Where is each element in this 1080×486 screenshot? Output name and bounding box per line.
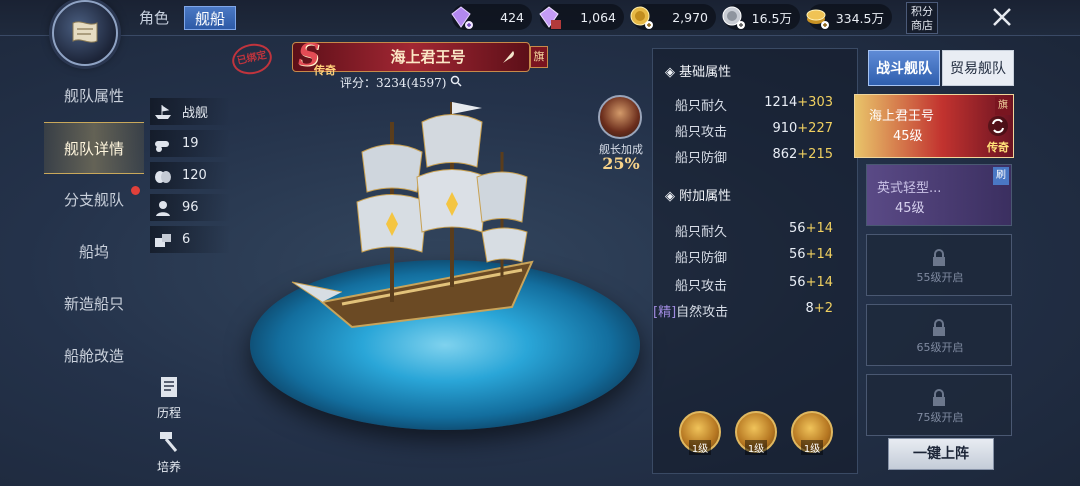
deploy-all-button[interactable]: 一键上阵 <box>888 438 994 470</box>
tab-ship[interactable]: 舰船 <box>184 6 236 30</box>
history-button[interactable]: 历程 <box>150 372 188 421</box>
base-attr-title: ◈ 基础属性 <box>665 65 732 80</box>
sailor-icon <box>152 198 174 218</box>
silver-coin-plus-icon <box>722 6 745 29</box>
currency-bound-gem[interactable]: 1,064 <box>539 4 624 30</box>
lock-icon <box>933 249 945 266</box>
nav-dock[interactable]: 船坞 <box>44 226 144 278</box>
nav-branch-fleet[interactable]: 分支舰队 <box>44 174 144 226</box>
attr-row: [精]自然攻击 8+2 <box>653 301 833 320</box>
scroll-emblem-icon <box>52 0 118 66</box>
fleet-card-locked[interactable]: 55级开启 <box>866 234 1012 296</box>
attr-row: 船只耐久 56+14 <box>675 221 833 240</box>
ship-name: 海上君王号 <box>390 48 466 66</box>
close-button[interactable] <box>990 6 1014 30</box>
captain-avatar[interactable] <box>598 95 642 139</box>
hammer-icon <box>152 426 186 456</box>
currency-value: 2,970 <box>672 9 708 25</box>
fleet-card-locked[interactable]: 75级开启 <box>866 374 1012 436</box>
stat-cargo: 120 <box>150 162 230 189</box>
top-tabs: 角色 舰船 <box>128 6 236 30</box>
ship-model[interactable] <box>282 92 582 352</box>
attr-row: 船只攻击 56+14 <box>675 275 833 294</box>
currency-value: 424 <box>500 9 524 25</box>
grade-label: 传奇 <box>314 64 336 77</box>
supply-icon <box>152 230 174 250</box>
cannon-icon <box>152 134 174 154</box>
notification-dot <box>131 186 140 195</box>
nav-fleet-details[interactable]: 舰队详情 <box>44 122 144 174</box>
currency-bar: 424 1,064 2,970 16.5万 334.5万 <box>451 4 892 30</box>
book-icon <box>152 372 186 402</box>
attr-row: 船只防御 862+215 <box>675 147 833 166</box>
currency-purple-gem[interactable]: 424 <box>451 4 532 30</box>
top-bar: 角色 舰船 424 1,064 2,970 16.5万 334.5万 积分商店 <box>0 0 1080 36</box>
sword-ship-skill-icon[interactable]: 1级 <box>679 411 721 455</box>
attr-row: 船只耐久 1214+303 <box>675 95 833 114</box>
fleet-card-ship2[interactable]: 英式轻型... 45级 刷 <box>866 164 1012 226</box>
flagship-tag: 旗 <box>530 46 548 68</box>
stat-ship-type: 战舰 <box>150 98 230 125</box>
tab-combat-fleet[interactable]: 战斗舰队 <box>868 50 940 86</box>
fleet-card-locked[interactable]: 65级开启 <box>866 304 1012 366</box>
fleet-card-flagship[interactable]: 海上君王号 45级 旗 传奇 <box>854 94 1014 158</box>
gold-coins-plus-icon <box>806 9 829 29</box>
stat-sailors: 96 <box>150 194 230 221</box>
captain-bonus-value: 25% <box>602 154 640 173</box>
rename-feather-icon[interactable] <box>501 49 517 65</box>
stat-cannon: 19 <box>150 130 230 157</box>
purple-gem-bound-icon <box>539 6 561 29</box>
points-shop-button[interactable]: 积分商店 <box>906 2 938 34</box>
rating-text: 评分：3234(4597) <box>340 76 447 90</box>
lock-icon <box>933 389 945 406</box>
sail-ship-skill-icon[interactable]: 1级 <box>735 411 777 455</box>
lock-icon <box>933 319 945 336</box>
currency-gold-coins[interactable]: 334.5万 <box>806 4 892 30</box>
rating: 评分：3234(4597) <box>340 74 462 91</box>
burst-ship-skill-icon[interactable]: 1级 <box>791 411 833 455</box>
purple-gem-plus-icon <box>451 6 473 29</box>
currency-silver-coin[interactable]: 16.5万 <box>722 4 800 30</box>
cargo-icon <box>152 166 174 186</box>
nav-fleet-attributes[interactable]: 舰队属性 <box>44 70 144 122</box>
attribute-panel: ◈ 基础属性 船只耐久 1214+303 船只攻击 910+227 船只防御 862+… <box>652 48 858 474</box>
ship-stats: 战舰 19 120 96 6 <box>150 98 230 258</box>
attr-row: 船只攻击 910+227 <box>675 121 833 140</box>
extra-attr-title: ◈ 附加属性 <box>665 189 732 204</box>
currency-value: 1,064 <box>580 9 616 25</box>
currency-value: 16.5万 <box>751 10 792 26</box>
nav-label: 分支舰队 <box>63 191 124 209</box>
nav-cabin-refit[interactable]: 船舱改造 <box>44 330 144 382</box>
tab-character[interactable]: 角色 <box>128 6 180 30</box>
bound-stamp: 已绑定 <box>229 40 275 78</box>
currency-gold-coin[interactable]: 2,970 <box>630 4 716 30</box>
close-icon <box>993 8 1011 26</box>
attr-row: 船只防御 56+14 <box>675 247 833 266</box>
currency-value: 334.5万 <box>835 10 884 26</box>
left-nav: 舰队属性 舰队详情 分支舰队 船坞 新造船只 船舱改造 <box>44 70 144 382</box>
stat-supply: 6 <box>150 226 230 253</box>
tab-trade-fleet[interactable]: 贸易舰队 <box>942 50 1014 86</box>
gold-coin-plus-icon <box>630 6 653 29</box>
ship-type-icon <box>152 102 174 122</box>
train-button[interactable]: 培养 <box>150 426 188 475</box>
nav-new-ship[interactable]: 新造船只 <box>44 278 144 330</box>
swap-icon[interactable] <box>987 115 1009 137</box>
magnifier-icon[interactable] <box>450 75 462 87</box>
